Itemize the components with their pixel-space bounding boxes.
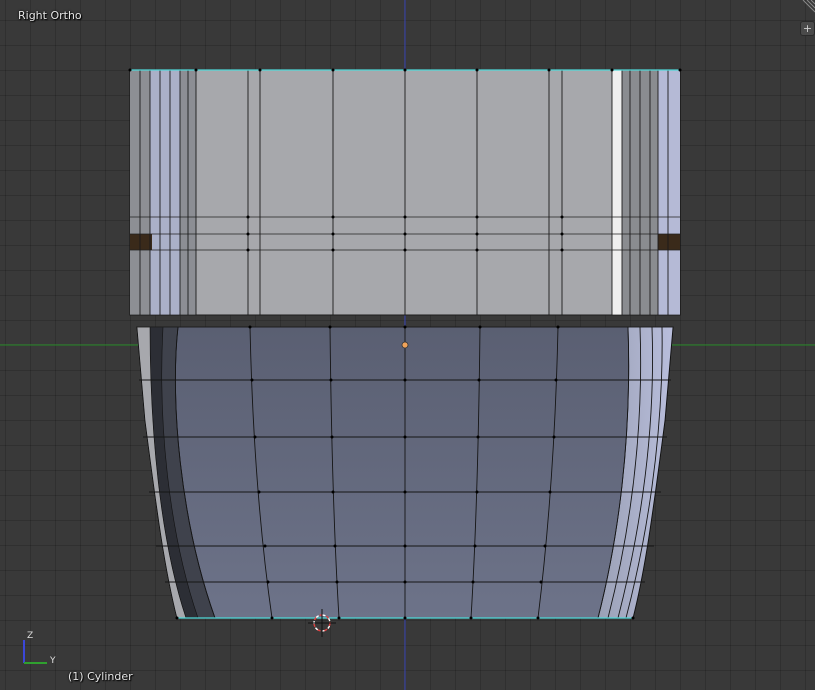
viewport-canvas[interactable]: Z Y bbox=[0, 0, 815, 690]
axis-gizmo-icon bbox=[23, 640, 47, 664]
region-corner-icon[interactable] bbox=[799, 0, 815, 14]
plus-icon: + bbox=[802, 22, 813, 35]
gizmo-y-label: Y bbox=[49, 656, 56, 666]
gizmo-z-label: Z bbox=[27, 631, 33, 641]
active-object-label: (1) Cylinder bbox=[68, 670, 133, 683]
view-name-label: Right Ortho bbox=[18, 9, 82, 22]
origin-dot-icon[interactable] bbox=[401, 341, 409, 349]
3d-viewport[interactable]: Z Y Right Ortho (1) Cylinder + bbox=[0, 0, 815, 690]
toggle-properties-button[interactable]: + bbox=[800, 21, 815, 36]
